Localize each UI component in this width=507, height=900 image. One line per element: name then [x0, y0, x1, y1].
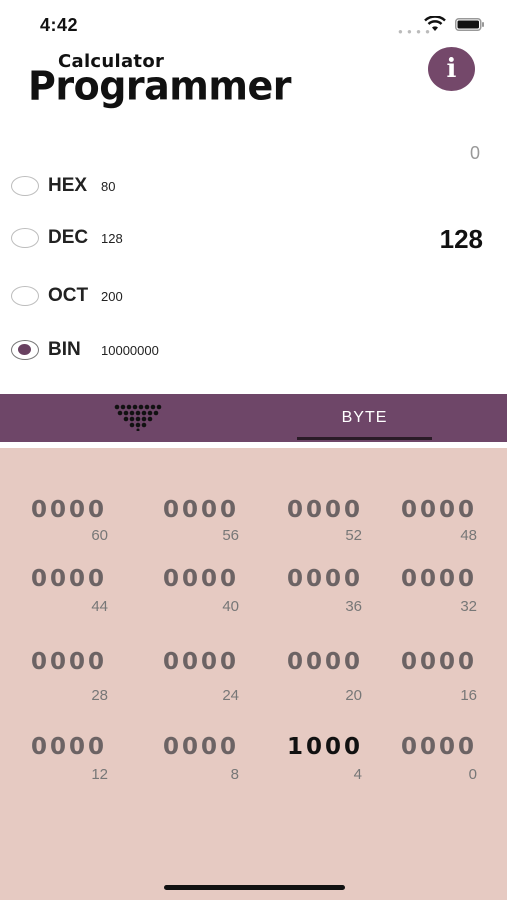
status-bar: 4:42 ● ● ● ●: [0, 0, 507, 46]
bit-nibble[interactable]: 0000: [401, 734, 477, 760]
base-row-bin[interactable]: BIN 10000000: [0, 334, 507, 374]
status-time: 4:42: [40, 15, 79, 35]
secondary-display: 0: [469, 143, 480, 163]
triangle-dots-icon[interactable]: [113, 403, 165, 431]
radio-hex[interactable]: [11, 176, 39, 196]
base-value-oct: 200: [101, 289, 123, 304]
bit-nibble[interactable]: 0000: [31, 649, 107, 675]
bit-index-label: 56: [222, 527, 239, 544]
bit-nibble[interactable]: 1000: [287, 734, 363, 760]
bit-nibble[interactable]: 0000: [401, 497, 477, 523]
bit-index-label: 48: [460, 527, 477, 544]
bit-index-label: 52: [345, 527, 362, 544]
tab-bar: BYTE: [0, 394, 507, 442]
home-indicator[interactable]: [164, 885, 345, 890]
bit-nibble[interactable]: 0000: [163, 566, 239, 592]
base-value-bin: 10000000: [101, 343, 159, 358]
bit-nibble[interactable]: 0000: [31, 734, 107, 760]
bit-index-label: 36: [345, 598, 362, 615]
bit-index-label: 60: [91, 527, 108, 544]
bit-index-label: 28: [91, 687, 108, 704]
bit-nibble[interactable]: 0000: [287, 566, 363, 592]
battery-icon: [455, 18, 484, 31]
tab-byte[interactable]: BYTE: [297, 394, 432, 442]
info-icon: i: [446, 54, 457, 84]
main-display-value: 128: [439, 224, 483, 254]
bit-index-label: 20: [345, 687, 362, 704]
tab-active-underline: [297, 437, 432, 440]
base-value-hex: 80: [101, 179, 116, 194]
bit-nibble[interactable]: 0000: [163, 649, 239, 675]
radio-oct[interactable]: [11, 286, 39, 306]
bit-index-label: 0: [468, 766, 477, 783]
bit-nibble[interactable]: 0000: [31, 497, 107, 523]
bit-nibble[interactable]: 0000: [401, 649, 477, 675]
bit-index-label: 24: [222, 687, 239, 704]
bit-index-label: 44: [91, 598, 108, 615]
bit-nibble[interactable]: 0000: [31, 566, 107, 592]
bit-nibble[interactable]: 0000: [287, 497, 363, 523]
bit-index-label: 8: [230, 766, 239, 783]
base-label-hex: HEX: [48, 175, 88, 196]
bit-nibble[interactable]: 0000: [287, 649, 363, 675]
bit-index-label: 32: [460, 598, 477, 615]
base-row-oct[interactable]: OCT 200: [0, 280, 507, 320]
bit-index-label: 12: [91, 766, 108, 783]
bit-index-label: 16: [460, 687, 477, 704]
app-title: Programmer: [28, 62, 292, 110]
radio-dec[interactable]: [11, 228, 39, 248]
base-label-oct: OCT: [48, 285, 89, 306]
radio-bin[interactable]: [11, 340, 39, 360]
bit-nibble[interactable]: 0000: [163, 734, 239, 760]
base-row-hex[interactable]: HEX 80: [0, 170, 507, 210]
base-value-dec: 128: [101, 231, 123, 246]
base-label-dec: DEC: [48, 227, 89, 248]
bit-index-label: 40: [222, 598, 239, 615]
bit-nibble[interactable]: 0000: [401, 566, 477, 592]
base-row-dec[interactable]: DEC 128: [0, 222, 507, 262]
bit-nibble[interactable]: 0000: [163, 497, 239, 523]
info-button[interactable]: i: [428, 47, 475, 91]
bit-index-label: 4: [353, 766, 362, 783]
base-label-bin: BIN: [48, 339, 81, 360]
wifi-icon: [424, 16, 446, 31]
